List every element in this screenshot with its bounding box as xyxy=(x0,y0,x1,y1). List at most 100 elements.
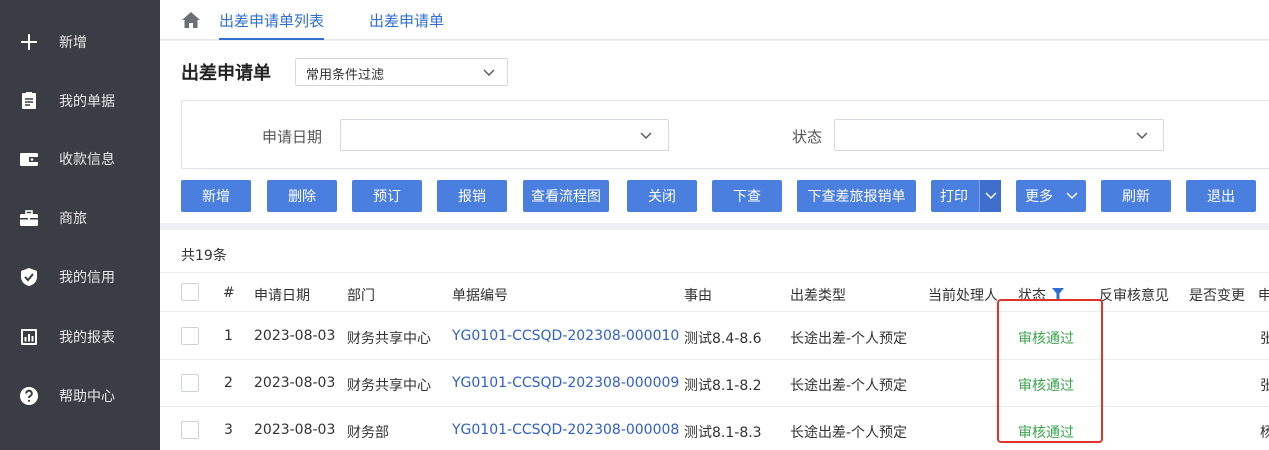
home-icon[interactable] xyxy=(182,12,200,28)
drill-down-expense-button-label: 下查差旅报销单 xyxy=(807,189,906,205)
column-header-reverse-opinion[interactable]: 反审核意见 xyxy=(1099,285,1169,305)
tab-bar: 出差申请单列表 出差申请单 xyxy=(160,0,1269,40)
table-row[interactable]: 2 2023-08-03 财务共享中心 YG0101-CCSQD-202308-… xyxy=(160,360,1269,407)
column-header-truncated[interactable]: 申 xyxy=(1258,285,1269,305)
wallet-icon xyxy=(20,153,38,166)
page-title: 出差申请单 xyxy=(181,63,271,84)
sidebar-item-label: 我的信用 xyxy=(59,270,115,286)
view-flowchart-button[interactable]: 查看流程图 xyxy=(523,180,609,212)
add-button-label: 新增 xyxy=(202,189,230,205)
cell-reason: 测试8.1-8.3 xyxy=(684,425,762,441)
row-checkbox[interactable] xyxy=(181,327,199,345)
chevron-down-icon xyxy=(1136,132,1148,139)
column-header-reason[interactable]: 事由 xyxy=(684,285,712,305)
cell-truncated: 杨 xyxy=(1260,425,1269,441)
column-header-doc-no[interactable]: 单据编号 xyxy=(452,285,508,305)
drill-down-button[interactable]: 下查 xyxy=(712,180,782,212)
cell-dept: 财务共享中心 xyxy=(347,378,431,394)
sidebar-item-my-documents[interactable]: 我的单据 xyxy=(0,72,160,130)
cell-index: 3 xyxy=(224,422,233,438)
column-header-dept[interactable]: 部门 xyxy=(347,285,375,305)
select-all-checkbox[interactable] xyxy=(181,283,199,301)
sidebar-item-help-center[interactable]: 帮助中心 xyxy=(0,367,160,425)
table-row[interactable]: 1 2023-08-03 财务共享中心 YG0101-CCSQD-202308-… xyxy=(160,313,1269,360)
print-dropdown-toggle[interactable] xyxy=(979,180,1001,212)
book-button[interactable]: 预订 xyxy=(352,180,422,212)
common-filter-select[interactable]: 常用条件过滤 xyxy=(295,58,508,86)
more-button[interactable]: 更多 xyxy=(1016,180,1086,212)
cell-status: 审核通过 xyxy=(1018,378,1074,394)
chevron-down-icon xyxy=(1066,192,1078,199)
chevron-down-icon xyxy=(985,192,997,199)
sidebar-item-label: 我的报表 xyxy=(59,330,115,346)
drill-down-button-label: 下查 xyxy=(733,189,761,205)
column-header-index: # xyxy=(223,285,235,301)
filter-icon[interactable] xyxy=(1052,288,1064,300)
help-icon xyxy=(20,387,38,405)
cell-truncated: 张 xyxy=(1260,378,1269,394)
column-header-status[interactable]: 状态 xyxy=(1018,285,1046,305)
delete-button[interactable]: 删除 xyxy=(267,180,337,212)
sidebar-item-label: 收款信息 xyxy=(59,152,115,168)
cell-doc-no-link[interactable]: YG0101-CCSQD-202308-000008 xyxy=(452,422,679,438)
cell-doc-no-link[interactable]: YG0101-CCSQD-202308-000009 xyxy=(452,375,679,391)
chevron-down-icon xyxy=(483,69,495,76)
cell-dept: 财务部 xyxy=(347,425,389,441)
cell-index: 1 xyxy=(224,328,233,344)
reimburse-button[interactable]: 报销 xyxy=(437,180,507,212)
close-button[interactable]: 关闭 xyxy=(627,180,697,212)
tab-travel-request[interactable]: 出差申请单 xyxy=(369,10,444,31)
column-header-handler[interactable]: 当前处理人 xyxy=(928,285,998,305)
sidebar-item-label: 我的单据 xyxy=(59,94,115,110)
shield-check-icon xyxy=(21,268,37,286)
column-header-date[interactable]: 申请日期 xyxy=(254,285,310,305)
refresh-button-label: 刷新 xyxy=(1122,189,1150,205)
more-button-label: 更多 xyxy=(1025,189,1053,205)
row-checkbox[interactable] xyxy=(181,374,199,392)
filter-select-value: 常用条件过滤 xyxy=(306,68,385,83)
cell-doc-no-link[interactable]: YG0101-CCSQD-202308-000010 xyxy=(452,328,679,344)
main-content: 出差申请单列表 出差申请单 出差申请单 常用条件过滤 申请日期 状态 新增 删除… xyxy=(160,0,1269,450)
exit-button[interactable]: 退出 xyxy=(1186,180,1256,212)
drill-down-expense-button[interactable]: 下查差旅报销单 xyxy=(797,180,916,212)
close-button-label: 关闭 xyxy=(648,189,676,205)
cell-type: 长途出差-个人预定 xyxy=(790,425,908,441)
book-button-label: 预订 xyxy=(373,189,401,205)
tab-travel-request-list[interactable]: 出差申请单列表 xyxy=(219,10,325,40)
add-button[interactable]: 新增 xyxy=(181,180,251,212)
status-select[interactable] xyxy=(834,119,1164,151)
row-checkbox[interactable] xyxy=(181,421,199,439)
view-flowchart-button-label: 查看流程图 xyxy=(531,189,601,205)
sidebar-item-label: 商旅 xyxy=(59,211,87,227)
date-label: 申请日期 xyxy=(262,128,323,146)
briefcase-icon xyxy=(20,210,38,226)
refresh-button[interactable]: 刷新 xyxy=(1101,180,1171,212)
sidebar-item-label: 新增 xyxy=(59,35,87,51)
cell-date: 2023-08-03 xyxy=(254,422,336,438)
sidebar-item-add[interactable]: 新增 xyxy=(0,13,160,71)
cell-type: 长途出差-个人预定 xyxy=(790,331,908,347)
document-icon xyxy=(22,92,36,109)
search-conditions: 申请日期 状态 xyxy=(181,100,1269,169)
print-button[interactable]: 打印 xyxy=(931,180,1001,212)
sidebar-item-payment-info[interactable]: 收款信息 xyxy=(0,130,160,188)
table-header: # 申请日期 部门 单据编号 事由 出差类型 当前处理人 状态 反审核意见 是否… xyxy=(160,272,1269,312)
column-header-type[interactable]: 出差类型 xyxy=(790,285,846,305)
sidebar-item-label: 帮助中心 xyxy=(59,389,115,405)
column-header-changed[interactable]: 是否变更 xyxy=(1189,285,1245,305)
cell-date: 2023-08-03 xyxy=(254,375,336,391)
date-select[interactable] xyxy=(340,119,669,151)
cell-dept: 财务共享中心 xyxy=(347,331,431,347)
reimburse-button-label: 报销 xyxy=(458,189,486,205)
sidebar-item-business-travel[interactable]: 商旅 xyxy=(0,189,160,247)
sidebar-item-my-reports[interactable]: 我的报表 xyxy=(0,308,160,366)
table-row[interactable]: 3 2023-08-03 财务部 YG0101-CCSQD-202308-000… xyxy=(160,407,1269,450)
cell-index: 2 xyxy=(224,375,233,391)
delete-button-label: 删除 xyxy=(288,189,316,205)
cell-type: 长途出差-个人预定 xyxy=(790,378,908,394)
exit-button-label: 退出 xyxy=(1207,189,1235,205)
sidebar: 新增 我的单据 收款信息 商旅 我的信用 我的报表 帮助中心 xyxy=(0,0,160,450)
filter-panel: 出差申请单 常用条件过滤 申请日期 状态 新增 删除 预订 报销 查看流程图 关… xyxy=(160,41,1269,223)
cell-status: 审核通过 xyxy=(1018,425,1074,441)
sidebar-item-my-credit[interactable]: 我的信用 xyxy=(0,248,160,306)
